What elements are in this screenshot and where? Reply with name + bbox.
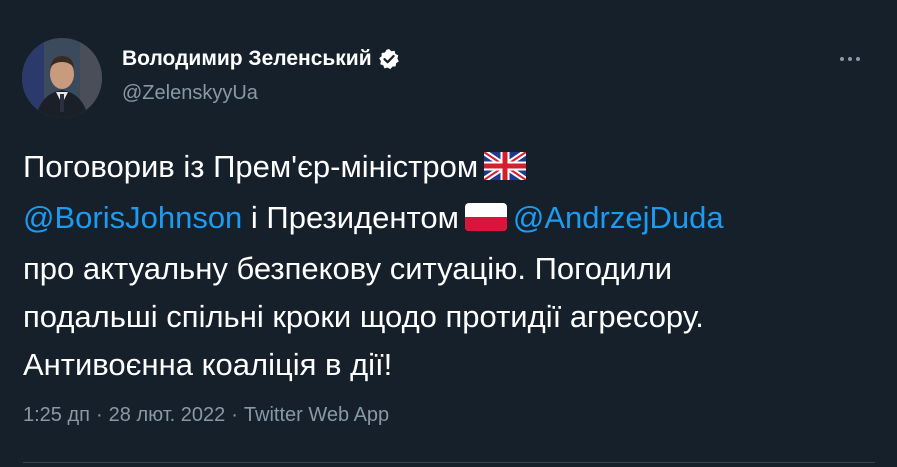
mention-link[interactable]: @BorisJohnson: [23, 200, 242, 235]
handle[interactable]: @ZelenskyyUa: [122, 82, 258, 105]
tweet-time[interactable]: 1:25 дп: [23, 404, 90, 426]
tweet-line-4: подальші спільні кроки щодо протидії агр…: [23, 299, 704, 334]
tweet-card: Володимир Зеленський @ZelenskyyUa Погово…: [0, 0, 897, 467]
tweet-line-5: Антивоєнна коаліція в дії!: [23, 347, 393, 382]
tweet-source[interactable]: Twitter Web App: [244, 404, 389, 426]
tweet-line-2: @BorisJohnson і Президентом @AndrzejDuda: [23, 194, 883, 245]
tweet-line-3: про актуальну безпекову ситуацію. Погоди…: [23, 251, 673, 286]
mention-link[interactable]: @AndrzejDuda: [513, 200, 724, 235]
meta-separator: ·: [95, 404, 103, 426]
tweet-meta: 1:25 дп · 28 лют. 2022 · Twitter Web App: [23, 404, 389, 427]
display-name[interactable]: Володимир Зеленський: [122, 47, 372, 71]
tweet-text-segment: і Президентом: [242, 200, 459, 235]
tweet-text: Поговорив із Прем'єр-міністром @BorisJoh…: [23, 143, 883, 389]
avatar[interactable]: [22, 38, 102, 118]
author-name-row[interactable]: Володимир Зеленський: [122, 44, 400, 74]
more-options-icon[interactable]: [832, 46, 868, 72]
divider: [23, 462, 875, 463]
tweet-line-1: Поговорив із Прем'єр-міністром: [23, 143, 883, 194]
avatar-image: [22, 38, 102, 118]
poland-flag-icon: [464, 197, 507, 245]
tweet-date[interactable]: 28 лют. 2022: [109, 404, 226, 426]
uk-flag-icon: [482, 146, 528, 194]
verified-badge-icon: [378, 48, 400, 70]
meta-separator: ·: [231, 404, 238, 426]
tweet-text-segment: Поговорив із Прем'єр-міністром: [23, 149, 479, 184]
